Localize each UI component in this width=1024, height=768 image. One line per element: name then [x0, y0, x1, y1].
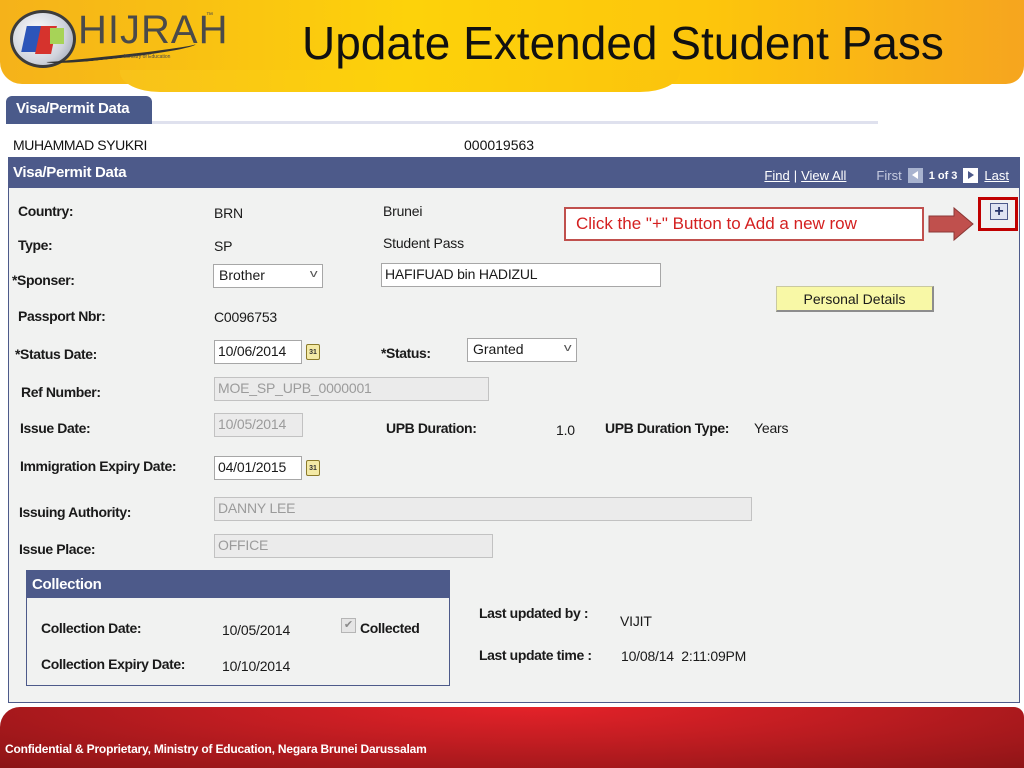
personal-details-button[interactable]: Personal Details — [776, 286, 934, 312]
logo-trademark: ™ — [206, 12, 213, 19]
status-date-input[interactable]: 10/06/2014 — [214, 340, 302, 364]
add-row-button[interactable]: + — [990, 203, 1008, 220]
previous-arrow-icon — [907, 168, 923, 183]
record-navigation: Find | View All First 1 of 3 Last — [764, 168, 1009, 183]
status-date-label: *Status Date: — [15, 346, 97, 362]
footer-text: Confidential & Proprietary, Ministry of … — [5, 742, 427, 756]
last-update-time-value: 10/08/14 2:11:09PM — [621, 648, 747, 664]
last-updated-by-value: VIJIT — [620, 613, 652, 629]
country-code: BRN — [214, 205, 243, 221]
issue-date-label: Issue Date: — [20, 420, 91, 436]
upb-duration-label: UPB Duration: — [386, 420, 477, 436]
chevron-down-icon: v — [309, 268, 318, 280]
footer-bar: Confidential & Proprietary, Ministry of … — [0, 707, 1024, 768]
collection-expiry-label: Collection Expiry Date: — [41, 656, 186, 672]
header-banner-tab — [120, 70, 680, 92]
collection-expiry-value: 10/10/2014 — [222, 658, 291, 674]
collected-label: Collected — [360, 620, 420, 636]
issuing-authority-label: Issuing Authority: — [19, 504, 132, 520]
chevron-down-icon: v — [563, 342, 572, 354]
type-label: Type: — [18, 237, 53, 253]
ref-number-field: MOE_SP_UPB_0000001 — [214, 377, 489, 401]
issue-place-field: OFFICE — [214, 534, 493, 558]
first-link: First — [876, 168, 902, 183]
view-all-link[interactable]: View All — [801, 168, 846, 183]
map-icon-green — [50, 28, 64, 44]
nav-separator: | — [793, 168, 798, 183]
last-link[interactable]: Last — [984, 168, 1009, 183]
panel-title: Visa/Permit Data — [13, 164, 127, 181]
status-select[interactable]: Granted v — [467, 338, 577, 362]
collection-date-value: 10/05/2014 — [222, 622, 291, 638]
instruction-callout: Click the "+" Button to Add a new row — [564, 207, 924, 241]
calendar-icon[interactable]: 31 — [306, 344, 320, 360]
upb-duration-type-value: Years — [754, 420, 789, 436]
collected-checkbox[interactable]: ✔ — [341, 618, 356, 633]
tab-visa-permit-data[interactable]: Visa/Permit Data — [6, 96, 152, 124]
student-name: MUHAMMAD SYUKRI — [13, 137, 148, 153]
find-link[interactable]: Find — [764, 168, 789, 183]
collection-date-label: Collection Date: — [41, 620, 142, 636]
country-name: Brunei — [383, 203, 423, 219]
callout-arrow-icon — [928, 206, 974, 242]
ref-number-label: Ref Number: — [21, 384, 101, 400]
collection-title: Collection — [32, 576, 102, 593]
calendar-icon[interactable]: 31 — [306, 460, 320, 476]
next-arrow-icon[interactable] — [963, 168, 979, 183]
logo-tagline: Ministry of Education — [124, 54, 171, 60]
country-label: Country: — [18, 203, 74, 219]
type-code: SP — [214, 238, 233, 254]
page-title: Update Extended Student Pass — [302, 17, 944, 69]
issue-date-field: 10/05/2014 — [214, 413, 303, 437]
sponser-label: *Sponser: — [12, 272, 75, 288]
passport-value: C0096753 — [214, 309, 278, 325]
sponser-name-input[interactable]: HAFIFUAD bin HADIZUL — [381, 263, 661, 287]
sponser-selected: Brother — [219, 267, 265, 283]
passport-label: Passport Nbr: — [18, 308, 106, 324]
student-id: 000019563 — [464, 137, 535, 153]
last-update-time-label: Last update time : — [479, 647, 592, 663]
hijrah-logo: HIJRAH ™ Ministry of Education — [6, 4, 227, 70]
tab-underline — [152, 121, 878, 124]
collection-header: Collection — [27, 571, 449, 598]
immigration-expiry-input[interactable]: 04/01/2015 — [214, 456, 302, 480]
upb-duration-type-label: UPB Duration Type: — [605, 420, 729, 436]
immigration-expiry-label: Immigration Expiry Date: — [20, 458, 177, 474]
upb-duration-value: 1.0 — [556, 422, 575, 438]
status-label: *Status: — [381, 345, 431, 361]
issuing-authority-field: DANNY LEE — [214, 497, 752, 521]
slide: HIJRAH ™ Ministry of Education Update Ex… — [0, 0, 1024, 768]
issue-place-label: Issue Place: — [19, 541, 96, 557]
type-name: Student Pass — [383, 235, 464, 251]
record-count: 1 of 3 — [928, 169, 958, 182]
panel-header: Visa/Permit Data Find | View All First 1… — [9, 158, 1019, 188]
sponser-select[interactable]: Brother v — [213, 264, 323, 288]
status-selected: Granted — [473, 341, 524, 357]
last-updated-by-label: Last updated by : — [479, 605, 589, 621]
